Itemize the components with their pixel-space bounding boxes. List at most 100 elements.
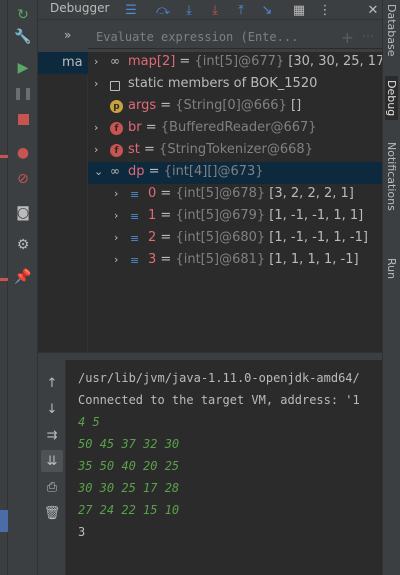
variable-equals: = — [156, 208, 176, 223]
force-step-into-icon[interactable]: ⤓ — [206, 1, 224, 19]
panel-divider[interactable] — [38, 352, 382, 360]
variable-type: {BufferedReader@667} — [160, 120, 317, 135]
pin-icon[interactable]: 📌 — [12, 266, 34, 288]
expand-icon[interactable]: › — [94, 121, 98, 134]
variable-value: [1, 1, 1, 1, -1] — [265, 252, 359, 267]
variable-text: st = {StringTokenizer@668} — [128, 142, 313, 157]
expand-icon[interactable]: › — [94, 77, 98, 90]
console-line: 4 5 — [78, 415, 100, 429]
breakpoints-icon[interactable]: ● — [12, 142, 34, 164]
variable-row[interactable]: › ≡ 3 = {int[5]@681} [1, 1, 1, 1, -1] — [88, 250, 382, 272]
variable-row[interactable]: › ≡ 2 = {int[5]@680} [1, -1, -1, 1, -1] — [88, 228, 382, 250]
console-line: 30 30 25 17 28 — [78, 481, 180, 495]
static-members-icon — [110, 81, 120, 91]
debug-side-toolbar: ↻ 🔧 ▶ ❚❚ ● ⊘ ◙ ⚙ 📌 — [8, 0, 38, 575]
variable-row[interactable]: › ∞ map[2] = {int[5]@677} [30, 30, 25, 17,… — [88, 52, 382, 74]
field-icon: f — [110, 122, 123, 135]
expand-frames-icon[interactable]: » — [64, 28, 71, 42]
variable-equals: = — [156, 98, 176, 113]
layout-icon[interactable]: ☰ — [122, 1, 140, 19]
resume-icon[interactable]: ▶ — [12, 57, 34, 79]
variable-name: args — [128, 98, 157, 113]
variable-equals: = — [156, 252, 176, 267]
more-icon[interactable]: ⋮ — [316, 1, 334, 19]
variable-name: map[2] — [128, 54, 176, 69]
variable-row[interactable]: › f st = {StringTokenizer@668} — [88, 140, 382, 162]
variable-row[interactable]: › ≡ 1 = {int[5]@679} [1, -1, -1, 1, 1] — [88, 206, 382, 228]
variable-value: [] — [286, 98, 302, 113]
console-line: 3 — [78, 525, 86, 539]
step-into-icon[interactable]: ⤓ — [180, 1, 198, 19]
expand-icon[interactable]: › — [114, 253, 118, 266]
variable-type: {int[4][]@673} — [163, 164, 264, 179]
stop-icon[interactable] — [12, 108, 34, 130]
variable-row[interactable]: ⌄ ∞ dp = {int[4][]@673} — [88, 162, 382, 184]
console-toolbar: ↑ ↓ ⇉ ⇊ ⎙ 🗑 — [38, 360, 66, 575]
variable-row[interactable]: › ≡ 0 = {int[5]@678} [3, 2, 2, 2, 1] — [88, 184, 382, 206]
variable-value: [1, -1, -1, 1, 1] — [265, 208, 364, 223]
console-line: Connected to the target VM, address: '1 — [78, 393, 360, 407]
step-over-icon[interactable]: ⤼ — [154, 1, 172, 19]
evaluate-more-icon[interactable]: ⋯ — [362, 29, 374, 43]
expand-icon[interactable]: › — [114, 231, 118, 244]
expand-icon[interactable]: › — [114, 187, 118, 200]
console-output[interactable]: /usr/lib/jvm/java-1.11.0-openjdk-amd64/C… — [66, 360, 382, 575]
variable-text: 2 = {int[5]@680} [1, -1, -1, 1, -1] — [148, 230, 368, 245]
array-element-icon: ≡ — [130, 210, 140, 223]
tab-database[interactable]: Database — [385, 4, 398, 57]
evaluate-placeholder: Evaluate expression (Ente... — [96, 30, 299, 44]
add-watch-icon[interactable]: + — [341, 28, 354, 47]
variable-text: static members of BOK_1520 — [128, 76, 317, 91]
up-icon[interactable]: ↑ — [41, 372, 63, 394]
soft-wrap-icon[interactable]: ⇉ — [41, 424, 63, 446]
mute-breakpoints-icon[interactable]: ⊘ — [12, 168, 34, 190]
settings-icon[interactable]: 🔧 — [12, 26, 34, 48]
expand-icon[interactable]: › — [94, 143, 98, 156]
tab-debug[interactable]: Debug — [385, 76, 398, 121]
variable-equals: = — [139, 142, 160, 157]
variable-equals: = — [144, 164, 164, 179]
expand-icon[interactable]: › — [114, 209, 118, 222]
variable-row[interactable]: › static members of BOK_1520 — [88, 74, 382, 96]
array-element-icon: ≡ — [130, 254, 140, 267]
variable-name: st — [128, 142, 140, 157]
print-icon[interactable]: ⎙ — [41, 476, 63, 498]
right-tool-strip: Database Debug Notifications Run — [382, 0, 400, 575]
variable-type: {StringTokenizer@668} — [159, 142, 313, 157]
tab-notifications[interactable]: Notifications — [385, 142, 398, 211]
run-to-cursor-icon[interactable]: ↘ — [258, 1, 276, 19]
camera-icon[interactable]: ◙ — [12, 202, 34, 224]
tab-run[interactable]: Run — [385, 258, 398, 279]
variable-name: dp — [128, 164, 145, 179]
variable-type: {int[5]@677} — [194, 54, 285, 69]
variable-type: {String[0]@666} — [175, 98, 287, 113]
variable-equals: = — [156, 186, 176, 201]
variable-type: {int[5]@681} — [175, 252, 266, 267]
variable-row[interactable]: p args = {String[0]@666} [] — [88, 96, 382, 118]
gear-icon[interactable]: ⚙ — [12, 234, 34, 256]
array-element-icon: ≡ — [130, 188, 140, 201]
console-line: 35 50 40 20 25 — [78, 459, 180, 473]
console-line: /usr/lib/jvm/java-1.11.0-openjdk-amd64/ — [78, 371, 360, 385]
frame-item-selected[interactable]: ma — [38, 52, 88, 74]
step-out-icon[interactable]: ⤒ — [232, 1, 250, 19]
variable-value: [3, 2, 2, 2, 1] — [265, 186, 354, 201]
expand-icon[interactable]: › — [94, 55, 98, 68]
trash-icon[interactable]: 🗑 — [41, 502, 63, 524]
variable-equals: = — [141, 120, 161, 135]
array-element-icon: ≡ — [130, 232, 140, 245]
variable-row[interactable]: › f br = {BufferedReader@667} — [88, 118, 382, 140]
scroll-end-icon[interactable]: ⇊ — [41, 450, 63, 472]
pause-icon[interactable]: ❚❚ — [12, 82, 34, 104]
close-icon[interactable]: ✕ — [364, 1, 382, 19]
collapse-icon[interactable]: ⌄ — [94, 165, 103, 178]
variable-type: {int[5]@680} — [175, 230, 266, 245]
evaluate-expression-field[interactable]: Evaluate expression (Ente... + ⋯ — [88, 27, 382, 49]
variable-value: [30, 30, 25, 17, 2 — [288, 54, 382, 69]
variable-name: static — [128, 76, 164, 91]
down-icon[interactable]: ↓ — [41, 398, 63, 420]
breakpoint-marker — [0, 278, 8, 281]
evaluate-icon[interactable]: ▦ — [290, 1, 308, 19]
watch-infinity-icon: ∞ — [110, 164, 120, 178]
rerun-icon[interactable]: ↻ — [12, 4, 34, 26]
